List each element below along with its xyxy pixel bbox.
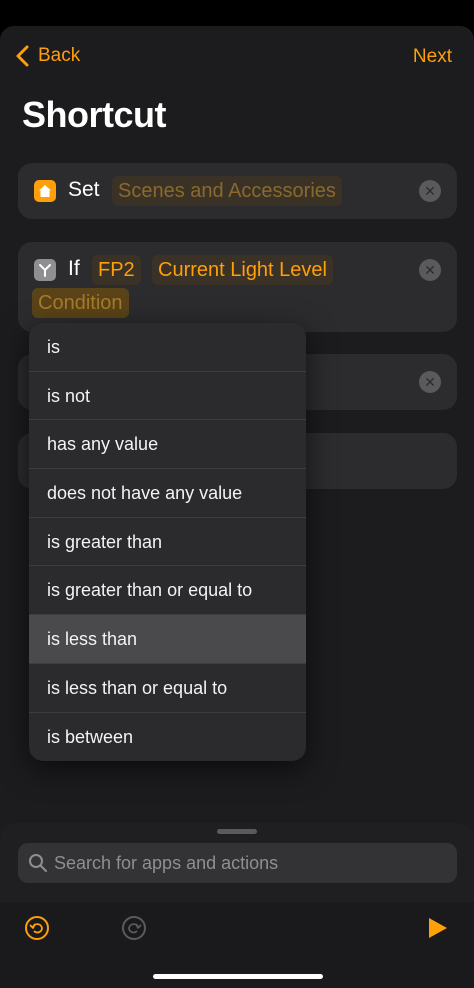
set-verb: Set [68,178,100,201]
play-icon[interactable] [426,915,450,941]
menu-item-is-less-than[interactable]: is less than [29,615,306,664]
menu-item-is-greater-than[interactable]: is greater than [29,518,306,567]
search-field[interactable] [18,843,457,883]
home-icon [34,180,56,202]
chevron-left-icon [16,45,29,67]
bottom-toolbar [0,902,474,988]
next-button[interactable]: Next [413,46,452,68]
search-input[interactable] [54,852,434,874]
undo-icon[interactable] [24,915,50,941]
redo-icon[interactable] [121,915,147,941]
navigation-bar: Back Next [0,26,474,86]
clear-icon[interactable]: ✕ [419,180,441,202]
back-label: Back [38,45,81,66]
if-verb: If [68,257,80,280]
menu-item-does-not-have-any-value[interactable]: does not have any value [29,469,306,518]
scenes-accessories-token[interactable]: Scenes and Accessories [112,176,342,206]
menu-item-is-not[interactable]: is not [29,372,306,421]
search-icon [29,854,47,872]
menu-item-is-greater-than-or-equal-to[interactable]: is greater than or equal to [29,566,306,616]
condition-menu: is is not has any value does not have an… [29,323,306,761]
clear-icon[interactable]: ✕ [419,259,441,281]
menu-item-has-any-value[interactable]: has any value [29,420,306,470]
shortcut-editor-screen: Back Next Shortcut Set Scenes and Access… [0,26,474,988]
menu-item-is-between[interactable]: is between [29,713,306,762]
set-action-card[interactable]: Set Scenes and Accessories ✕ [18,163,457,219]
back-button[interactable]: Back [14,44,80,68]
clear-icon[interactable]: ✕ [419,371,441,393]
light-level-token[interactable]: Current Light Level [152,255,333,285]
menu-item-is-less-than-or-equal-to[interactable]: is less than or equal to [29,664,306,713]
if-icon [34,259,56,281]
fp2-token[interactable]: FP2 [92,255,141,285]
condition-token[interactable]: Condition [32,288,129,318]
page-title: Shortcut [22,94,167,135]
home-indicator [153,974,323,979]
menu-item-is[interactable]: is [29,323,306,372]
if-action-card[interactable]: If FP2 Current Light Level Condition ✕ [18,242,457,332]
sheet-grabber[interactable] [217,829,257,834]
